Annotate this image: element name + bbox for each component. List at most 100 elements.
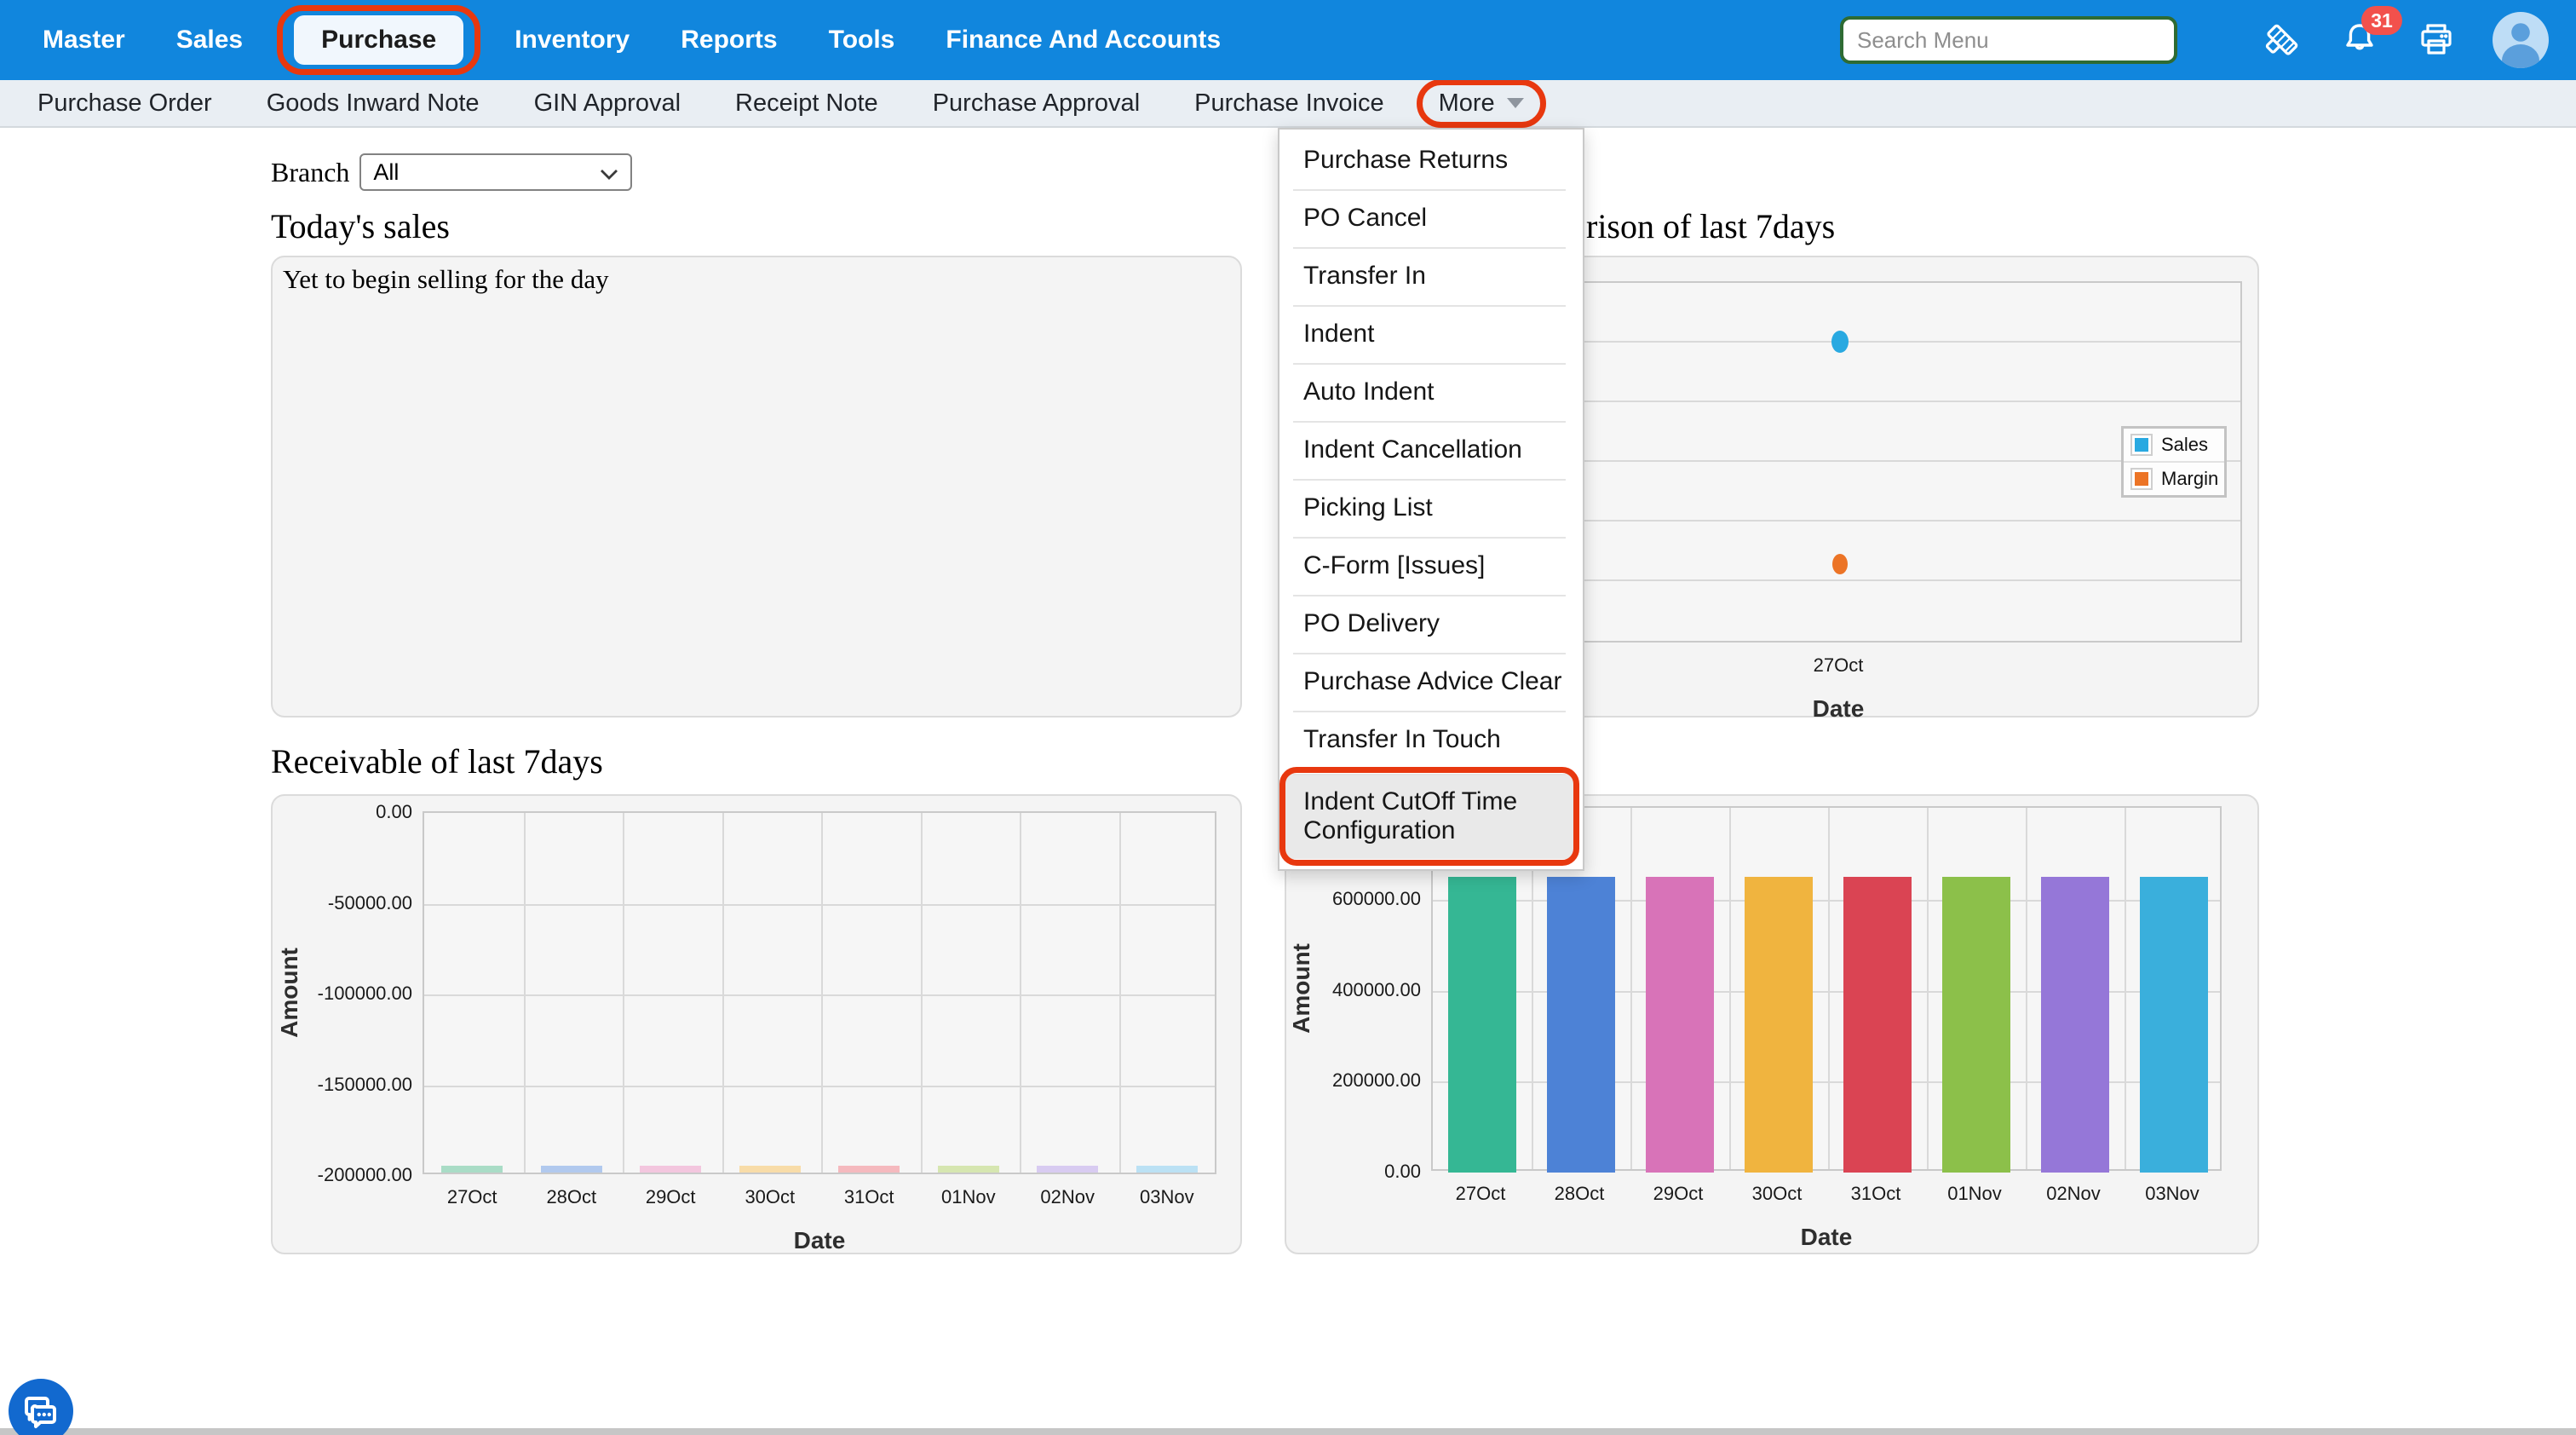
data-point-margin <box>1832 554 1848 574</box>
nav-item-finance[interactable]: Finance And Accounts <box>946 26 1221 55</box>
notification-badge: 31 <box>2361 6 2402 35</box>
x-tick-label: 31Oct <box>1826 1183 1925 1205</box>
more-dropdown-menu: Purchase Returns PO Cancel Transfer In I… <box>1278 128 1584 871</box>
legend: Sales Margin <box>2121 426 2227 498</box>
gridline <box>1119 813 1121 1173</box>
receivable-title: Receivable of last 7days <box>271 741 603 781</box>
mini-bar <box>541 1166 602 1173</box>
bell-icon[interactable]: 31 <box>2339 20 2380 61</box>
bar <box>1745 877 1813 1173</box>
subnav-gin-approval[interactable]: GIN Approval <box>534 89 681 118</box>
legend-label: Margin <box>2161 468 2218 490</box>
gridline <box>1020 813 1021 1173</box>
x-tick-label: 27Oct <box>423 1186 521 1208</box>
y-axis-title: Amount <box>276 948 303 1038</box>
subnav-goods-inward-note[interactable]: Goods Inward Note <box>267 89 480 118</box>
menu-item-picking-list[interactable]: Picking List <box>1279 479 1583 537</box>
y-tick-label: -150000.00 <box>273 1074 412 1096</box>
x-tick-label: 01Nov <box>1925 1183 2024 1205</box>
mini-bar <box>938 1166 999 1173</box>
purchase-subnav: Purchase Order Goods Inward Note GIN App… <box>0 80 2576 128</box>
bar <box>1646 877 1714 1173</box>
nav-item-inventory[interactable]: Inventory <box>515 26 630 55</box>
mini-bar <box>1037 1166 1098 1173</box>
legend-label: Sales <box>2161 434 2208 456</box>
gridline <box>2125 808 2126 1169</box>
nav-item-sales[interactable]: Sales <box>176 26 243 55</box>
gridline <box>921 813 923 1173</box>
chevron-down-icon <box>600 169 618 181</box>
bar <box>1843 877 1912 1173</box>
nav-item-master[interactable]: Master <box>43 26 125 55</box>
mini-bar <box>1136 1166 1198 1173</box>
bar <box>1448 877 1516 1173</box>
printer-icon[interactable] <box>2414 18 2458 62</box>
topnav-icons: 31 <box>2259 12 2549 68</box>
today-sales-card: Yet to begin selling for the day <box>271 256 1242 718</box>
subnav-purchase-invoice[interactable]: Purchase Invoice <box>1194 89 1383 118</box>
x-tick-label: 30Oct <box>1728 1183 1826 1205</box>
chat-button[interactable] <box>7 1377 75 1435</box>
menu-item-indent[interactable]: Indent <box>1279 305 1583 363</box>
x-tick-label: 29Oct <box>621 1186 720 1208</box>
x-tick-label: 27Oct <box>1789 654 1888 677</box>
x-tick-label: 28Oct <box>522 1186 621 1208</box>
plot-area <box>423 811 1216 1174</box>
subnav-more-button[interactable]: More <box>1439 89 1524 118</box>
legend-swatch-margin <box>2130 468 2153 490</box>
x-tick-label: 28Oct <box>1530 1183 1629 1205</box>
nav-item-tools[interactable]: Tools <box>829 26 895 55</box>
mini-bar <box>838 1166 900 1173</box>
y-tick-label: 600000.00 <box>1286 888 1421 910</box>
branch-select[interactable]: All <box>359 153 632 191</box>
gridline <box>821 813 823 1173</box>
x-tick-label: 01Nov <box>919 1186 1018 1208</box>
today-sales-message: Yet to begin selling for the day <box>283 264 609 295</box>
bar <box>1547 877 1615 1173</box>
x-tick-label: 02Nov <box>1018 1186 1117 1208</box>
search-input[interactable] <box>1840 16 2177 64</box>
brush-icon[interactable] <box>2259 17 2305 63</box>
legend-swatch-sales <box>2130 434 2153 456</box>
gridline <box>623 813 624 1173</box>
gridline <box>524 813 526 1173</box>
gridline <box>424 994 1215 996</box>
x-tick-label: 03Nov <box>1118 1186 1216 1208</box>
menu-item-purchase-advice-clear[interactable]: Purchase Advice Clear <box>1279 653 1583 711</box>
menu-item-indent-cutoff-time-configuration[interactable]: Indent CutOff Time Configuration <box>1285 774 1578 859</box>
y-tick-label: -200000.00 <box>273 1164 412 1186</box>
nav-item-reports[interactable]: Reports <box>681 26 777 55</box>
chat-dots <box>37 1413 51 1416</box>
gridline <box>1927 808 1929 1169</box>
nav-item-purchase[interactable]: Purchase <box>294 15 463 65</box>
x-tick-label: 31Oct <box>819 1186 918 1208</box>
menu-item-po-delivery[interactable]: PO Delivery <box>1279 595 1583 653</box>
x-axis-title: Date <box>760 1227 879 1254</box>
mini-bar <box>739 1166 801 1173</box>
menu-item-indent-cancellation[interactable]: Indent Cancellation <box>1279 421 1583 479</box>
window-bottom-edge <box>0 1428 2576 1435</box>
legend-row: Margin <box>2124 461 2224 495</box>
gridline <box>1729 808 1731 1169</box>
more-label: More <box>1439 89 1495 118</box>
menu-item-auto-indent[interactable]: Auto Indent <box>1279 363 1583 421</box>
subnav-purchase-order[interactable]: Purchase Order <box>37 89 212 118</box>
subnav-purchase-approval[interactable]: Purchase Approval <box>933 89 1140 118</box>
data-point-sales <box>1831 331 1849 353</box>
bar <box>2140 877 2208 1173</box>
menu-item-c-form-issues[interactable]: C-Form [Issues] <box>1279 537 1583 595</box>
y-tick-label: 0.00 <box>273 801 412 823</box>
mini-bar <box>441 1166 503 1173</box>
menu-item-transfer-in-touch[interactable]: Transfer In Touch <box>1279 711 1583 769</box>
branch-select-value: All <box>373 159 399 186</box>
menu-item-po-cancel[interactable]: PO Cancel <box>1279 189 1583 247</box>
receivable-chart: 0.00-50000.00-100000.00-150000.00-200000… <box>273 796 1240 1253</box>
subnav-receipt-note[interactable]: Receipt Note <box>735 89 878 118</box>
menu-item-purchase-returns[interactable]: Purchase Returns <box>1279 131 1583 189</box>
gridline <box>424 1086 1215 1087</box>
menu-item-transfer-in[interactable]: Transfer In <box>1279 247 1583 305</box>
app-screen: Master Sales Purchase Inventory Reports … <box>0 0 2576 1435</box>
y-tick-label: 0.00 <box>1286 1161 1421 1183</box>
x-tick-label: 27Oct <box>1431 1183 1530 1205</box>
avatar[interactable] <box>2493 12 2549 68</box>
